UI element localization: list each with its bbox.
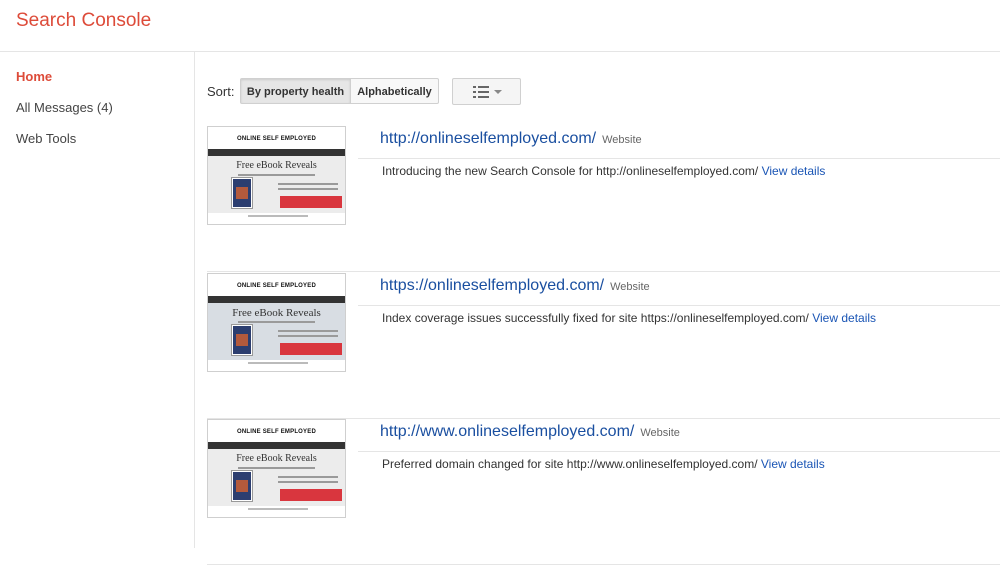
thumbnail-text-line bbox=[278, 188, 338, 190]
thumbnail-logo: ONLINE SELF EMPLOYED bbox=[236, 136, 316, 142]
sort-label: Sort: bbox=[207, 84, 235, 99]
thumbnail-headline: Free eBook Reveals bbox=[232, 307, 321, 319]
thumbnail-text-line bbox=[248, 215, 308, 217]
thumbnail-headline: Free eBook Reveals bbox=[236, 453, 317, 464]
site-url-link[interactable]: https://onlineselfemployed.com/Website bbox=[380, 277, 650, 295]
sidebar-item-home[interactable]: Home bbox=[16, 69, 52, 84]
thumbnail-text-line bbox=[278, 335, 338, 337]
thumbnail-text-line bbox=[278, 330, 338, 332]
view-toggle-button[interactable] bbox=[452, 78, 521, 105]
site-url-link[interactable]: http://www.onlineselfemployed.com/Websit… bbox=[380, 423, 680, 441]
thumbnail-cta bbox=[280, 343, 342, 355]
site-message: Introducing the new Search Console for h… bbox=[382, 164, 825, 178]
site-url-text[interactable]: https://onlineselfemployed.com/ bbox=[380, 277, 604, 294]
view-details-link[interactable]: View details bbox=[762, 164, 826, 178]
site-thumbnail[interactable]: ONLINE SELF EMPLOYED Free eBook Reveals bbox=[207, 419, 346, 518]
site-message: Preferred domain changed for site http:/… bbox=[382, 457, 825, 471]
thumbnail-text-line bbox=[278, 476, 338, 478]
thumbnail-photo bbox=[236, 187, 248, 199]
main-content: Sort: By property health Alphabetically … bbox=[195, 52, 1000, 565]
site-message: Index coverage issues successfully fixed… bbox=[382, 311, 876, 325]
site-url-link[interactable]: http://onlineselfemployed.com/Website bbox=[380, 130, 642, 148]
sort-alphabetically-button[interactable]: Alphabetically bbox=[350, 78, 439, 104]
thumbnail-text-line bbox=[278, 183, 338, 185]
thumbnail-text-line bbox=[238, 174, 315, 176]
thumbnail-cta bbox=[280, 196, 342, 208]
thumbnail-nav-bar bbox=[208, 149, 345, 156]
view-details-link[interactable]: View details bbox=[812, 311, 876, 325]
thumbnail-headline: Free eBook Reveals bbox=[236, 160, 317, 171]
thumbnail-logo: ONLINE SELF EMPLOYED bbox=[236, 429, 316, 435]
site-url-text[interactable]: http://www.onlineselfemployed.com/ bbox=[380, 423, 634, 440]
chevron-down-icon bbox=[494, 90, 502, 94]
thumbnail-logo: ONLINE SELF EMPLOYED bbox=[236, 283, 316, 289]
divider bbox=[207, 271, 1000, 272]
app-title[interactable]: Search Console bbox=[16, 10, 151, 32]
site-thumbnail[interactable]: ONLINE SELF EMPLOYED Free eBook Reveals bbox=[207, 273, 346, 372]
thumbnail-text-line bbox=[278, 481, 338, 483]
app-header: Search Console bbox=[0, 0, 1000, 52]
thumbnail-ebook-cover bbox=[232, 178, 252, 208]
site-url-text[interactable]: http://onlineselfemployed.com/ bbox=[380, 130, 596, 147]
sidebar-item-all-messages[interactable]: All Messages (4) bbox=[16, 100, 113, 115]
site-message-text: Index coverage issues successfully fixed… bbox=[382, 311, 809, 325]
thumbnail-text-line bbox=[248, 362, 308, 364]
site-thumbnail[interactable]: ONLINE SELF EMPLOYED Free eBook Reveals bbox=[207, 126, 346, 225]
site-row: ONLINE SELF EMPLOYED Free eBook Reveals … bbox=[207, 419, 1000, 565]
thumbnail-ebook-cover bbox=[232, 471, 252, 501]
sort-by-health-button[interactable]: By property health bbox=[240, 78, 351, 104]
site-row: ONLINE SELF EMPLOYED Free eBook Reveals … bbox=[207, 273, 1000, 419]
view-details-link[interactable]: View details bbox=[761, 457, 825, 471]
thumbnail-ebook-cover bbox=[232, 325, 252, 355]
site-message-text: Introducing the new Search Console for h… bbox=[382, 164, 759, 178]
list-view-icon bbox=[473, 86, 489, 98]
thumbnail-nav-bar bbox=[208, 296, 345, 303]
sidebar-item-web-tools[interactable]: Web Tools bbox=[16, 131, 76, 146]
site-row: ONLINE SELF EMPLOYED Free eBook Reveals … bbox=[207, 126, 1000, 272]
thumbnail-text-line bbox=[248, 508, 308, 510]
site-message-text: Preferred domain changed for site http:/… bbox=[382, 457, 758, 471]
thumbnail-cta bbox=[280, 489, 342, 501]
divider bbox=[358, 305, 1000, 306]
thumbnail-photo bbox=[236, 334, 248, 346]
site-type-label: Website bbox=[602, 134, 642, 146]
thumbnail-text-line bbox=[238, 467, 315, 469]
thumbnail-nav-bar bbox=[208, 442, 345, 449]
divider bbox=[358, 158, 1000, 159]
sidebar: Home All Messages (4) Web Tools bbox=[0, 52, 195, 548]
site-type-label: Website bbox=[640, 427, 680, 439]
site-type-label: Website bbox=[610, 281, 650, 293]
divider bbox=[358, 451, 1000, 452]
thumbnail-photo bbox=[236, 480, 248, 492]
thumbnail-text-line bbox=[238, 321, 315, 323]
